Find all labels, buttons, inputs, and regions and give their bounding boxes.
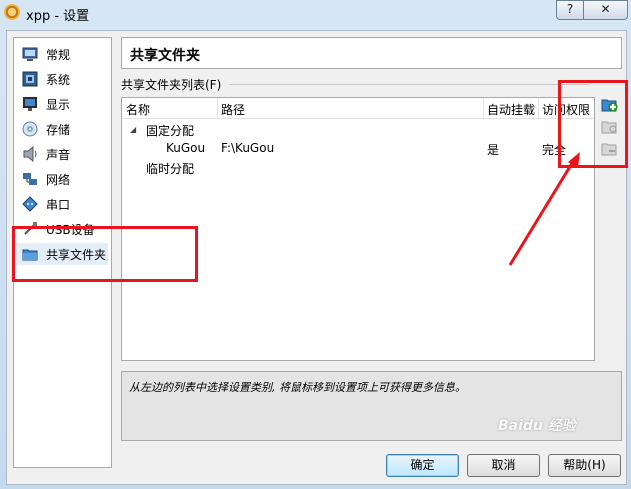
- folder-name: KuGou: [166, 141, 206, 155]
- sidebar-item-label: USB设备: [46, 222, 95, 237]
- sidebar-item-shared-folders[interactable]: 共享文件夹: [16, 243, 108, 265]
- column-header-access[interactable]: 访问权限: [542, 101, 590, 118]
- help-button[interactable]: 帮助(H): [548, 454, 621, 477]
- sidebar-item-label: 常规: [46, 47, 71, 62]
- folder-path: F:\KuGou: [221, 141, 275, 155]
- system-icon: [22, 71, 38, 87]
- window-title: xpp - 设置: [26, 9, 90, 24]
- sidebar-item-label: 存储: [46, 122, 71, 137]
- page-title-box: 共享文件夹: [121, 37, 622, 69]
- column-header-path[interactable]: 路径: [221, 101, 245, 118]
- sidebar-item-general[interactable]: 常规: [16, 43, 108, 65]
- sidebar-item-audio[interactable]: 声音: [16, 143, 108, 165]
- sidebar-item-system[interactable]: 系统: [16, 68, 108, 90]
- folder-auto-mount: 是: [487, 143, 500, 157]
- settings-window: xpp - 设置 ? ✕ 常规 系统 显示 存储 声音 网络 串口 USB设备 …: [0, 0, 631, 489]
- sidebar-item-serial-port[interactable]: 串口: [16, 193, 108, 215]
- sidebar-item-storage[interactable]: 存储: [16, 118, 108, 140]
- page-title: 共享文件夹: [130, 48, 200, 64]
- sidebar-item-label: 显示: [46, 97, 71, 112]
- network-icon: [22, 171, 38, 187]
- title-help-button[interactable]: ?: [556, 0, 584, 20]
- watermark: Baidu 经验: [498, 418, 576, 434]
- column-header-name[interactable]: 名称: [126, 101, 150, 118]
- add-shared-folder-button[interactable]: [601, 97, 619, 113]
- edit-folder-icon: [601, 121, 617, 134]
- column-separator: [483, 98, 484, 118]
- sidebar-item-label: 网络: [46, 172, 71, 187]
- sidebar-item-network[interactable]: 网络: [16, 168, 108, 190]
- column-header-auto-mount[interactable]: 自动挂载: [487, 101, 535, 118]
- remove-shared-folder-button[interactable]: [601, 141, 619, 157]
- column-separator: [217, 98, 218, 118]
- cancel-button[interactable]: 取消: [467, 454, 540, 477]
- sidebar-item-label: 串口: [46, 197, 71, 212]
- sidebar-item-label: 系统: [46, 72, 71, 87]
- group-divider: [229, 84, 589, 85]
- sidebar-item-usb[interactable]: USB设备: [16, 218, 108, 240]
- group-name: 固定分配: [146, 124, 195, 138]
- serial-port-icon: [22, 196, 38, 212]
- expand-toggle-icon[interactable]: ◢: [130, 125, 136, 134]
- group-name: 临时分配: [146, 162, 195, 176]
- category-list[interactable]: 常规 系统 显示 存储 声音 网络 串口 USB设备 共享文件夹: [13, 37, 112, 468]
- ok-button[interactable]: 确定: [386, 454, 459, 477]
- shared-folder-icon: [22, 246, 38, 262]
- title-bar: xpp - 设置 ? ✕: [0, 0, 631, 26]
- sidebar-item-label: 共享文件夹: [46, 247, 107, 262]
- sidebar-item-display[interactable]: 显示: [16, 93, 108, 115]
- shared-folder-list-label: 共享文件夹列表(F): [121, 76, 226, 93]
- usb-icon: [22, 221, 38, 237]
- edit-shared-folder-button[interactable]: [601, 119, 619, 135]
- info-text: 从左边的列表中选择设置类别, 将鼠标移到设置项上可获得更多信息。: [129, 381, 466, 394]
- remove-folder-icon: [601, 143, 617, 156]
- column-separator: [538, 98, 539, 118]
- app-gear-icon: [4, 4, 20, 20]
- add-folder-icon: [601, 99, 618, 112]
- annotation-arrow: [508, 152, 580, 266]
- general-icon: [22, 46, 38, 62]
- sidebar-item-label: 声音: [46, 147, 71, 162]
- audio-icon: [22, 145, 38, 163]
- table-header: 名称 路径 自动挂载 访问权限: [122, 98, 594, 119]
- storage-icon: [22, 121, 38, 137]
- close-button[interactable]: ✕: [583, 0, 628, 20]
- display-icon: [22, 96, 38, 112]
